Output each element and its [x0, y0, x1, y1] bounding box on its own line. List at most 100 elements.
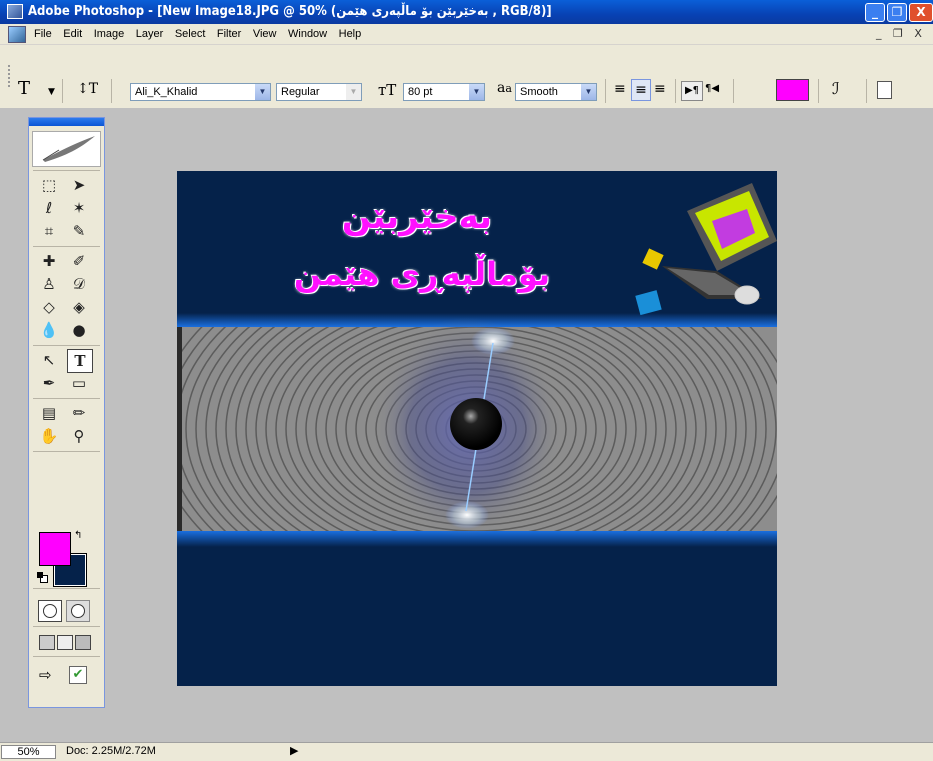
paint-bucket-tool-icon[interactable]: ◈ [65, 296, 93, 318]
divider [733, 79, 734, 103]
healing-brush-tool-icon[interactable]: ✚ [35, 250, 63, 272]
palettes-icon[interactable] [877, 81, 892, 99]
rectangle-tool-icon[interactable]: ▭ [65, 372, 93, 394]
commit-checkmark-icon[interactable]: ✔ [69, 666, 87, 684]
document-canvas[interactable]: بەخێربێن بۆماڵپەڕی هێمن [177, 171, 777, 686]
jump-to-imageready-icon[interactable]: ⇨ [39, 666, 52, 684]
laptop-illustration [635, 183, 777, 316]
notes-tool-icon[interactable]: ▤ [35, 402, 63, 424]
minimize-icon: _ [872, 5, 878, 19]
close-button[interactable]: X [909, 3, 933, 22]
photoshop-app-icon[interactable] [7, 4, 23, 19]
menu-items: File Edit Image Layer Select Filter View… [30, 24, 365, 44]
adobe-online-button[interactable] [32, 131, 101, 167]
menu-edit[interactable]: Edit [59, 24, 86, 44]
marquee-tool-icon[interactable]: ⬚ [35, 174, 63, 196]
menu-window[interactable]: Window [284, 24, 331, 44]
headline-line-2: بۆماڵپەڕی هێمن [293, 255, 551, 293]
pen-tool-icon[interactable]: ✒ [35, 372, 63, 394]
full-screen-mode-icon[interactable] [75, 635, 91, 650]
path-selection-tool-icon[interactable]: ↖ [35, 349, 63, 371]
restore-button[interactable]: ❐ [887, 3, 907, 22]
left-to-right-icon[interactable]: ▶¶ [681, 81, 703, 101]
right-to-left-icon[interactable]: ¶◀ [705, 83, 719, 94]
align-center-icon[interactable]: ≡ [631, 79, 651, 101]
antialias-select[interactable]: Smooth ▼ [515, 83, 597, 101]
type-tool-icon[interactable]: T [67, 349, 93, 373]
antialias-icon: aa [497, 80, 512, 96]
restore-icon: ❐ [891, 5, 903, 19]
foreground-color-swatch[interactable] [39, 532, 71, 566]
text-orientation-icon[interactable]: ↕T [77, 81, 98, 97]
close-icon: X [916, 5, 926, 19]
toolbox: ⬚ ➤ ℓ ✶ ⌗ ✎ ✚ ✐ ♙ 𝒟 ◇ ◈ 💧 ● ↖ T ✒ ▭ ▤ ✏ … [28, 117, 105, 708]
clone-stamp-tool-icon[interactable]: ♙ [35, 273, 63, 295]
document-icon[interactable] [8, 26, 26, 43]
chevron-down-icon[interactable]: ▼ [468, 84, 484, 100]
divider [818, 79, 819, 103]
font-size-select[interactable]: 80 pt ▼ [403, 83, 485, 101]
font-size-value: 80 pt [408, 86, 433, 98]
font-family-select[interactable]: Ali_K_Khalid ▼ [130, 83, 271, 101]
standard-screen-mode-icon[interactable] [39, 635, 55, 650]
divider [675, 79, 676, 103]
document-size-info: Doc: 2.25M/2.72M [66, 745, 156, 757]
magic-wand-tool-icon[interactable]: ✶ [65, 197, 93, 219]
swap-colors-icon[interactable]: ↰ [74, 530, 82, 541]
menu-bar: File Edit Image Layer Select Filter View… [0, 24, 933, 45]
dodge-tool-icon[interactable]: ● [65, 319, 93, 341]
move-tool-icon[interactable]: ➤ [65, 174, 93, 196]
menu-layer[interactable]: Layer [132, 24, 168, 44]
menu-file[interactable]: File [30, 24, 56, 44]
options-bar: T ▼ ↕T Ali_K_Khalid ▼ Regular ▼ ᴛT 80 pt… [0, 45, 933, 109]
chevron-down-icon[interactable]: ▼ [345, 84, 361, 100]
font-style-value: Regular [281, 86, 320, 98]
standard-mode-icon[interactable] [38, 600, 62, 622]
menu-view[interactable]: View [249, 24, 281, 44]
crop-tool-icon[interactable]: ⌗ [35, 220, 63, 242]
tool-preset-dropdown-icon[interactable]: ▼ [48, 87, 55, 97]
hand-tool-icon[interactable]: ✋ [35, 425, 63, 447]
antialias-value: Smooth [520, 86, 558, 98]
divider [111, 79, 112, 103]
menu-filter[interactable]: Filter [213, 24, 245, 44]
quick-mask-mode-icon[interactable] [66, 600, 90, 622]
align-left-icon[interactable]: ≡ [614, 81, 626, 97]
headline-line-1: بەخێربێن [341, 197, 493, 237]
font-family-value: Ali_K_Khalid [135, 86, 198, 98]
slice-tool-icon[interactable]: ✎ [65, 220, 93, 242]
document-window-controls[interactable]: _ ❐ X [876, 27, 926, 40]
menu-select[interactable]: Select [171, 24, 210, 44]
zoom-tool-icon[interactable]: ⚲ [65, 425, 93, 447]
warp-text-icon[interactable]: ℐ [832, 79, 840, 98]
divider [866, 79, 867, 103]
chevron-down-icon[interactable]: ▼ [254, 84, 270, 100]
zoom-level-field[interactable]: 50% [1, 745, 56, 759]
toolbox-header[interactable] [29, 118, 104, 126]
menu-help[interactable]: Help [335, 24, 366, 44]
minimize-button[interactable]: _ [865, 3, 885, 22]
brush-tool-icon[interactable]: ✐ [65, 250, 93, 272]
eyedropper-tool-icon[interactable]: ✏ [65, 402, 93, 424]
menu-image[interactable]: Image [90, 24, 129, 44]
lasso-tool-icon[interactable]: ℓ [35, 197, 63, 219]
history-brush-tool-icon[interactable]: 𝒟 [65, 273, 93, 295]
status-bar: 50% Doc: 2.25M/2.72M ▶ [0, 742, 933, 761]
window-title-bar[interactable]: Adobe Photoshop - [New Image18.JPG @ 50%… [0, 0, 933, 24]
text-color-swatch[interactable] [776, 79, 809, 101]
default-colors-icon[interactable] [37, 572, 48, 583]
font-style-select[interactable]: Regular ▼ [276, 83, 362, 101]
font-size-icon: ᴛT [378, 81, 397, 99]
eraser-tool-icon[interactable]: ◇ [35, 296, 63, 318]
chevron-down-icon[interactable]: ▼ [580, 84, 596, 100]
window-title: Adobe Photoshop - [New Image18.JPG @ 50%… [28, 4, 552, 19]
divider [62, 79, 63, 103]
feather-icon [42, 136, 95, 162]
full-screen-menu-mode-icon[interactable] [57, 635, 73, 650]
align-right-icon[interactable]: ≡ [654, 81, 666, 97]
blur-tool-icon[interactable]: 💧 [35, 319, 63, 341]
divider [605, 79, 606, 103]
status-menu-arrow-icon[interactable]: ▶ [290, 744, 298, 757]
text-tool-preset-icon[interactable]: T [18, 78, 30, 99]
options-grip[interactable] [8, 65, 13, 87]
